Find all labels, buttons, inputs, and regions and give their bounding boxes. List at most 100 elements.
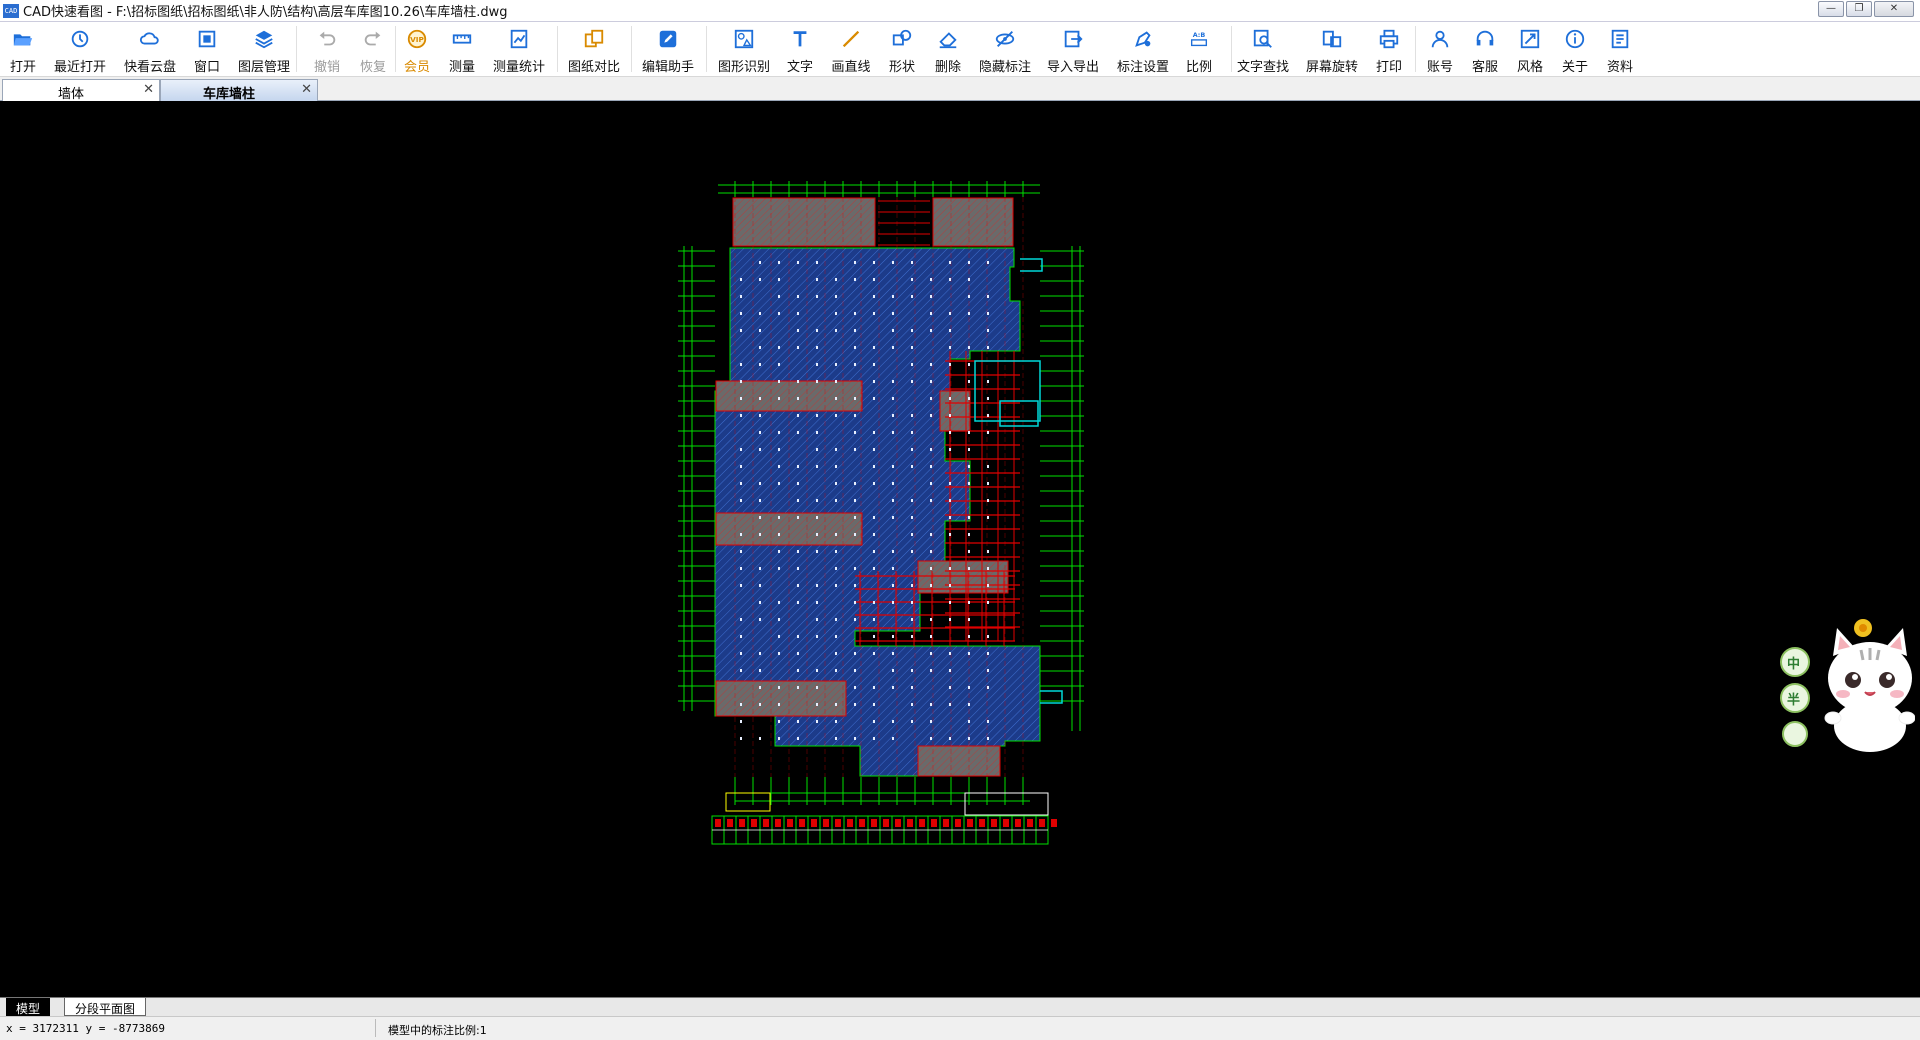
history-icon xyxy=(69,28,91,53)
column-mark xyxy=(816,363,818,366)
hide-annotation-icon xyxy=(994,28,1016,53)
column-mark xyxy=(987,397,989,400)
toolbar-rotate-screen-button[interactable]: 屏幕旋转 xyxy=(1302,22,1362,77)
toolbar-divider xyxy=(296,26,297,72)
toolbar-annotation-settings-button[interactable]: 标注设置 xyxy=(1113,22,1173,77)
toolbar-cloud-button[interactable]: 快看云盘 xyxy=(120,22,180,77)
wall-block xyxy=(732,197,876,247)
column-mark xyxy=(930,652,932,655)
toolbar-label: 文字 xyxy=(786,60,813,75)
column-mark xyxy=(930,363,932,366)
column-mark xyxy=(949,686,951,689)
column-mark xyxy=(797,686,799,689)
column-section xyxy=(1015,819,1021,827)
column-mark xyxy=(968,550,970,553)
tab-model[interactable]: 模型 xyxy=(6,998,51,1016)
column-mark xyxy=(835,448,837,451)
toolbar-import-export-button[interactable]: 导入导出 xyxy=(1043,22,1103,77)
toolbar-folder-open-button[interactable]: 打开 xyxy=(0,22,53,77)
toolbar-history-button[interactable]: 最近打开 xyxy=(50,22,110,77)
toolbar-measure-stats-button[interactable]: 测量统计 xyxy=(489,22,549,77)
column-section xyxy=(1051,819,1057,827)
column-mark xyxy=(949,618,951,621)
minimize-button[interactable]: — xyxy=(1818,1,1844,17)
column-mark xyxy=(911,601,913,604)
column-mark xyxy=(968,346,970,349)
print-icon xyxy=(1378,28,1400,53)
column-mark xyxy=(835,363,837,366)
toolbar-window-fit-button[interactable]: 窗口 xyxy=(177,22,237,77)
column-section xyxy=(775,819,781,827)
cyan-outline xyxy=(974,360,1041,422)
column-section xyxy=(823,819,829,827)
column-mark xyxy=(854,397,856,400)
column-mark xyxy=(759,278,761,281)
restore-button[interactable]: ❐ xyxy=(1846,1,1872,17)
tab-segment-plan[interactable]: 分段平面图 xyxy=(64,998,147,1016)
column-mark xyxy=(987,414,989,417)
tab-garage-walls-columns[interactable]: 车库墙柱 ✕ xyxy=(160,79,318,102)
close-button[interactable]: ✕ xyxy=(1874,1,1914,17)
column-mark xyxy=(759,499,761,502)
column-mark xyxy=(797,295,799,298)
toolbar-label: 客服 xyxy=(1471,60,1498,75)
column-mark xyxy=(778,550,780,553)
column-mark xyxy=(835,295,837,298)
column-mark xyxy=(930,703,932,706)
toolbar-docs-button[interactable]: 资料 xyxy=(1590,22,1650,77)
column-mark xyxy=(892,482,894,485)
toolbar-divider xyxy=(1231,26,1232,72)
toolbar-label: 画直线 xyxy=(831,60,871,75)
column-mark xyxy=(816,261,818,264)
column-mark xyxy=(968,397,970,400)
toolbar-hide-annotation-button[interactable]: 隐藏标注 xyxy=(975,22,1035,77)
column-mark xyxy=(778,737,780,740)
toolbar-eraser-button[interactable]: 删除 xyxy=(918,22,978,77)
column-mark xyxy=(816,414,818,417)
column-mark xyxy=(892,295,894,298)
toolbar-label: 测量 xyxy=(448,60,475,75)
close-icon[interactable]: ✕ xyxy=(143,82,154,97)
column-mark xyxy=(968,567,970,570)
toolbar-ruler-button[interactable]: 测量 xyxy=(432,22,492,77)
column-mark xyxy=(987,669,989,672)
column-mark xyxy=(759,601,761,604)
column-mark xyxy=(873,397,875,400)
column-mark xyxy=(968,516,970,519)
close-icon[interactable]: ✕ xyxy=(301,82,312,97)
column-section xyxy=(739,819,745,827)
floor-plan xyxy=(678,181,1084,845)
toolbar-compare-button[interactable]: 图纸对比 xyxy=(564,22,624,77)
column-mark xyxy=(778,397,780,400)
text-icon xyxy=(789,28,811,53)
wall-block xyxy=(715,680,847,717)
column-mark xyxy=(949,346,951,349)
toolbar-text-search-button[interactable]: 文字查找 xyxy=(1233,22,1293,77)
column-mark xyxy=(892,737,894,740)
column-mark xyxy=(949,448,951,451)
column-section xyxy=(811,819,817,827)
toolbar-divider xyxy=(1415,26,1416,72)
column-section xyxy=(799,819,805,827)
column-mark xyxy=(778,465,780,468)
toolbar-layers-button[interactable]: 图层管理 xyxy=(234,22,294,77)
toolbar-label: 图形识别 xyxy=(717,60,770,75)
column-mark xyxy=(816,703,818,706)
toolbar-scale-button[interactable]: A:B 比例 xyxy=(1169,22,1229,77)
tab-walls[interactable]: 墙体 ✕ xyxy=(2,79,160,102)
column-mark xyxy=(873,431,875,434)
column-mark xyxy=(835,397,837,400)
column-mark xyxy=(968,635,970,638)
toolbar-edit-assistant-button[interactable]: 编辑助手 xyxy=(638,22,698,77)
drawing-canvas[interactable] xyxy=(0,101,1920,997)
mascot-cat-widget[interactable]: 中 半 xyxy=(1775,606,1916,756)
column-mark xyxy=(816,465,818,468)
column-mark xyxy=(873,686,875,689)
column-section xyxy=(859,819,865,827)
column-mark xyxy=(816,329,818,332)
toolbar-shape-recognize-button[interactable]: 图形识别 xyxy=(714,22,774,77)
column-mark xyxy=(949,567,951,570)
column-mark xyxy=(797,499,799,502)
column-mark xyxy=(949,312,951,315)
column-mark xyxy=(797,431,799,434)
